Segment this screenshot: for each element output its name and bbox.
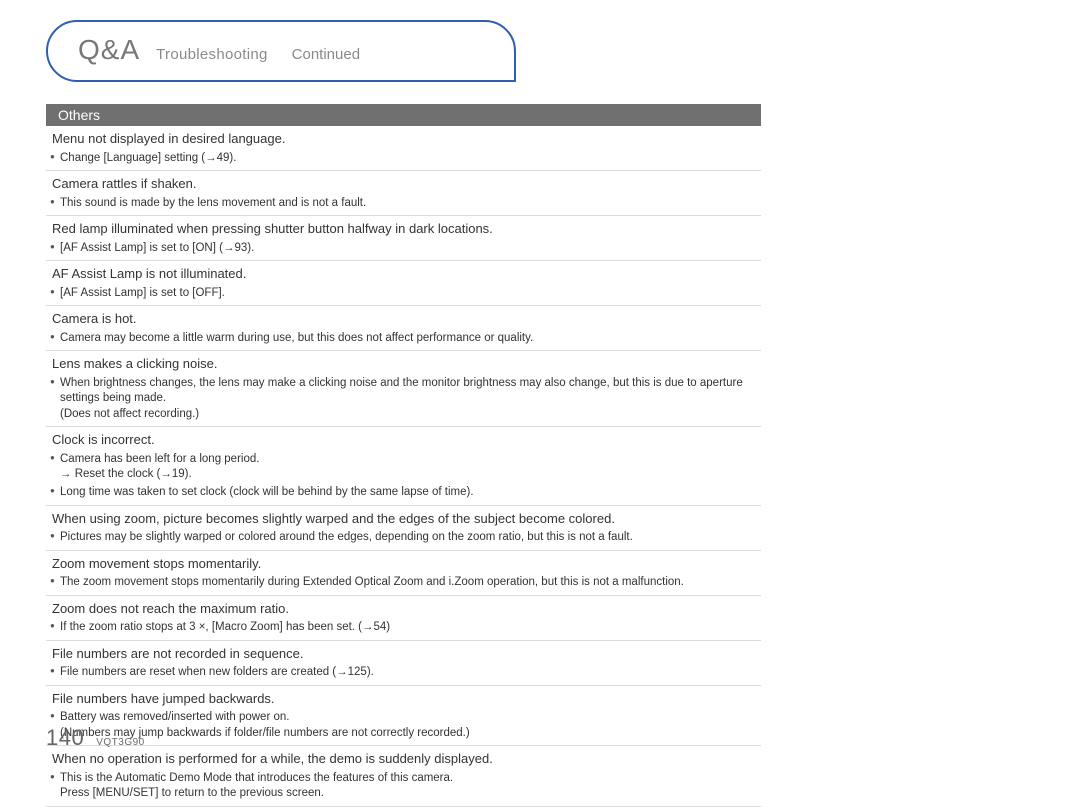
qa-item: File numbers are not recorded in sequenc… — [46, 641, 761, 686]
header-tab: Q&A Troubleshooting Continued — [46, 20, 516, 82]
qa-answer: Battery was removed/inserted with power … — [46, 709, 761, 742]
qa-item: Clock is incorrect.Camera has been left … — [46, 427, 761, 505]
qa-item: Red lamp illuminated when pressing shutt… — [46, 216, 761, 261]
header-qa: Q&A — [78, 34, 140, 66]
qa-answer: File numbers are reset when new folders … — [46, 664, 761, 682]
qa-question: Camera rattles if shaken. — [46, 174, 761, 195]
qa-answer: Long time was taken to set clock (clock … — [46, 484, 761, 502]
qa-answer: Camera has been left for a long period.→… — [46, 451, 761, 484]
qa-item: Zoom does not reach the maximum ratio.If… — [46, 596, 761, 641]
qa-question: File numbers have jumped backwards. — [46, 689, 761, 710]
qa-item: When using zoom, picture becomes slightl… — [46, 506, 761, 551]
qa-question: Red lamp illuminated when pressing shutt… — [46, 219, 761, 240]
qa-question: Menu not displayed in desired language. — [46, 129, 761, 150]
qa-question: File numbers are not recorded in sequenc… — [46, 644, 761, 665]
doc-id: VQT3G90 — [96, 737, 145, 748]
section-heading: Others — [46, 104, 761, 126]
footer: 140 VQT3G90 — [46, 725, 145, 751]
qa-item: File numbers have jumped backwards.Batte… — [46, 686, 761, 747]
qa-item: AF Assist Lamp is not illuminated.[AF As… — [46, 261, 761, 306]
qa-answer: This is the Automatic Demo Mode that int… — [46, 770, 761, 803]
qa-list: Menu not displayed in desired language.C… — [46, 126, 761, 807]
qa-item: When no operation is performed for a whi… — [46, 746, 761, 807]
qa-question: Clock is incorrect. — [46, 430, 761, 451]
qa-question: Zoom movement stops momentarily. — [46, 554, 761, 575]
qa-item: Zoom movement stops momentarily.The zoom… — [46, 551, 761, 596]
qa-answer: Camera may become a little warm during u… — [46, 330, 761, 348]
qa-answer: When brightness changes, the lens may ma… — [46, 375, 761, 424]
qa-question: AF Assist Lamp is not illuminated. — [46, 264, 761, 285]
qa-question: Lens makes a clicking noise. — [46, 354, 761, 375]
qa-answer: The zoom movement stops momentarily duri… — [46, 574, 761, 592]
qa-question: Camera is hot. — [46, 309, 761, 330]
header-subtitle: Troubleshooting — [156, 46, 268, 63]
qa-item: Camera rattles if shaken.This sound is m… — [46, 171, 761, 216]
qa-question: Zoom does not reach the maximum ratio. — [46, 599, 761, 620]
qa-answer: [AF Assist Lamp] is set to [OFF]. — [46, 285, 761, 303]
qa-item: Lens makes a clicking noise.When brightn… — [46, 351, 761, 427]
page-content: Q&A Troubleshooting Continued Others Men… — [46, 20, 761, 807]
page-number: 140 — [46, 725, 84, 751]
qa-item: Camera is hot.Camera may become a little… — [46, 306, 761, 351]
qa-answer: If the zoom ratio stops at 3 ×, [Macro Z… — [46, 619, 761, 637]
qa-answer: [AF Assist Lamp] is set to [ON] (→93). — [46, 240, 761, 258]
qa-question: When using zoom, picture becomes slightl… — [46, 509, 761, 530]
qa-item: Menu not displayed in desired language.C… — [46, 126, 761, 171]
qa-answer: This sound is made by the lens movement … — [46, 195, 761, 213]
qa-answer: Change [Language] setting (→49). — [46, 150, 761, 168]
header-continued: Continued — [292, 46, 360, 63]
qa-question: When no operation is performed for a whi… — [46, 749, 761, 770]
qa-answer: Pictures may be slightly warped or color… — [46, 529, 761, 547]
